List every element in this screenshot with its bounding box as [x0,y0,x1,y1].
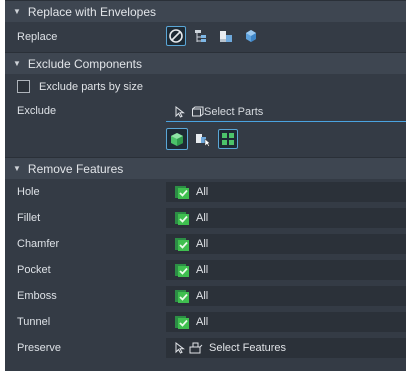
section-title: Replace with Envelopes [27,4,156,19]
feature-value-field[interactable]: All [166,312,406,332]
exclude-row: Exclude Select Parts [5,99,406,123]
properties-panel: ▼ Replace with Envelopes Replace ▼ Exclu… [5,0,406,371]
collapse-caret-icon[interactable]: ▼ [13,7,21,16]
grid-icon[interactable] [218,129,238,149]
preserve-select-field[interactable]: Select Features [166,338,406,358]
feature-value-text: All [196,186,209,198]
collapse-caret-icon[interactable]: ▼ [13,164,21,173]
section-replace-header[interactable]: ▼ Replace with Envelopes [5,0,406,22]
feature-select-icon [189,342,203,354]
select-features-text: Select Features [209,342,287,354]
feature-label: Fillet [17,212,41,224]
feature-value-field[interactable]: All [166,234,406,254]
feature-label: Chamfer [17,238,60,250]
cursor-arrow-icon [175,342,185,354]
section-title: Exclude Components [27,56,142,71]
section-remove-header[interactable]: ▼ Remove Features [5,157,406,179]
feature-row-pocket: Pocket All [5,257,406,283]
feature-label: Hole [17,186,40,198]
preserve-row: Preserve Select Features [5,335,406,361]
select-parts-text: Select Parts [204,105,264,118]
tree-structure-icon[interactable] [191,26,211,46]
green-cube-icon[interactable] [166,128,188,150]
feature-label: Tunnel [17,316,51,328]
cursor-arrow-icon [175,105,185,118]
green-check-icon [175,186,189,199]
section-title: Remove Features [27,161,124,176]
feature-value-text: All [196,238,209,250]
feature-row-hole: Hole All [5,179,406,205]
replace-label: Replace [17,31,58,43]
none-icon[interactable] [166,26,186,46]
feature-row-chamfer: Chamfer All [5,231,406,257]
parts-select-icon[interactable] [193,129,213,149]
green-check-icon [175,212,189,225]
green-check-icon [175,316,189,329]
exclude-select-field[interactable]: Select Parts [166,102,406,122]
section-exclude-header[interactable]: ▼ Exclude Components [5,52,406,74]
feature-label: Pocket [17,264,51,276]
exclude-by-size-row: Exclude parts by size [5,74,406,99]
assembly-parts-icon[interactable] [216,26,236,46]
green-check-icon [175,290,189,303]
feature-value-text: All [196,264,209,276]
preserve-label: Preserve [17,342,62,354]
feature-value-field[interactable]: All [166,286,406,306]
feature-value-text: All [196,212,209,224]
exclude-icons-row [5,123,406,157]
cube-icon[interactable] [241,26,261,46]
green-check-icon [175,264,189,277]
part-outline-icon [192,106,204,116]
feature-value-field[interactable]: All [166,260,406,280]
feature-value-field[interactable]: All [166,208,406,228]
feature-value-field[interactable]: All [166,182,406,202]
feature-row-fillet: Fillet All [5,205,406,231]
collapse-caret-icon[interactable]: ▼ [13,59,21,68]
feature-label: Emboss [17,290,57,302]
exclude-by-size-label: Exclude parts by size [39,80,143,93]
feature-row-emboss: Emboss All [5,283,406,309]
feature-value-text: All [196,290,209,302]
green-check-icon [175,238,189,251]
exclude-by-size-checkbox[interactable] [17,80,30,93]
replace-row: Replace [5,22,406,52]
feature-value-text: All [196,316,209,328]
feature-row-tunnel: Tunnel All [5,309,406,335]
exclude-label: Exclude [17,105,57,117]
